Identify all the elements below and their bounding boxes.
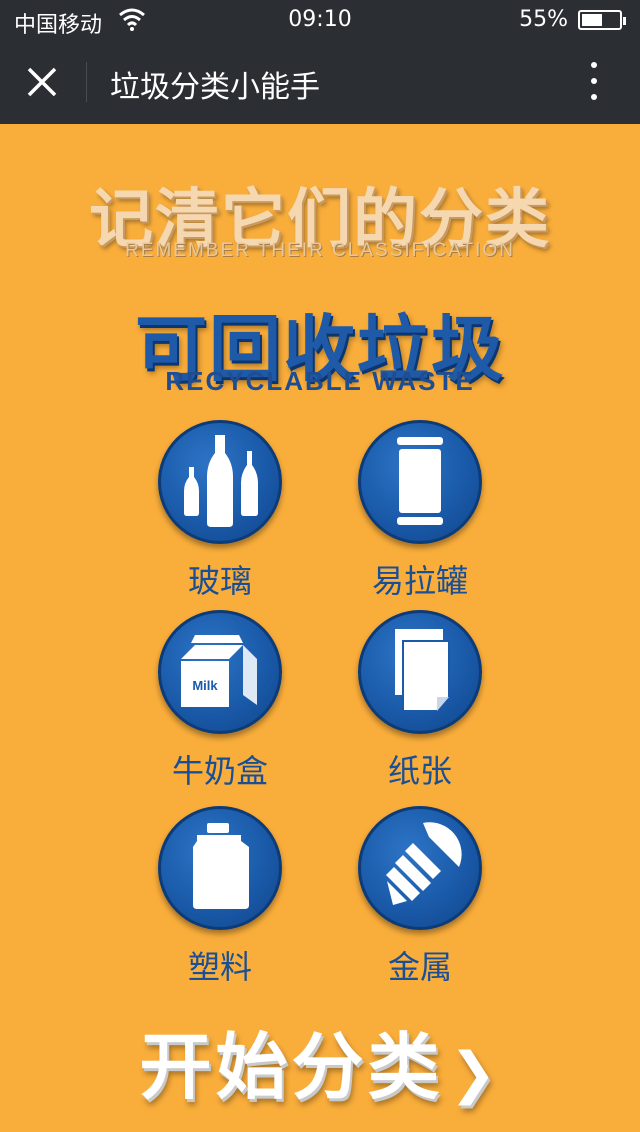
category-subtitle: RECYCLABLE WASTE xyxy=(165,366,475,396)
metal-screw-icon xyxy=(358,806,482,930)
milk-carton-icon: Milk xyxy=(158,610,282,734)
plastic-jug-icon xyxy=(158,806,282,930)
page-title: 垃圾分类小能手 xyxy=(110,70,320,105)
item-can[interactable]: 易拉罐 xyxy=(320,420,520,602)
paper-icon xyxy=(358,610,482,734)
item-label: 塑料 xyxy=(187,948,252,986)
battery-icon xyxy=(578,10,626,30)
battery-percent: 55% xyxy=(519,7,568,32)
status-bar: 中国移动 09:10 55% xyxy=(0,0,640,40)
item-glass[interactable]: 玻璃 xyxy=(120,420,320,602)
item-milk-carton[interactable]: Milk 牛奶盒 xyxy=(120,610,320,792)
start-button-label: 开始分类 xyxy=(139,1025,444,1109)
start-classify-button[interactable]: 开始分类 ❯ xyxy=(0,1008,640,1113)
close-icon[interactable] xyxy=(22,62,62,102)
milk-text: Milk xyxy=(192,678,218,693)
nav-divider xyxy=(86,62,87,102)
item-plastic[interactable]: 塑料 xyxy=(120,806,320,988)
nav-bar: 垃圾分类小能手 xyxy=(0,40,640,124)
more-vertical-icon[interactable] xyxy=(588,62,600,104)
item-label: 金属 xyxy=(387,948,452,986)
item-metal[interactable]: 金属 xyxy=(320,806,520,988)
item-paper[interactable]: 纸张 xyxy=(320,610,520,792)
item-label: 玻璃 xyxy=(187,562,252,600)
item-label: 纸张 xyxy=(387,752,452,790)
glass-bottles-icon xyxy=(158,420,282,544)
chevron-right-icon: ❯ xyxy=(449,1041,501,1106)
headline-en: REMEMBER THEIR CLASSIFICATION xyxy=(125,240,515,261)
can-icon xyxy=(358,420,482,544)
item-label: 易拉罐 xyxy=(371,562,468,600)
item-label: 牛奶盒 xyxy=(171,752,268,790)
